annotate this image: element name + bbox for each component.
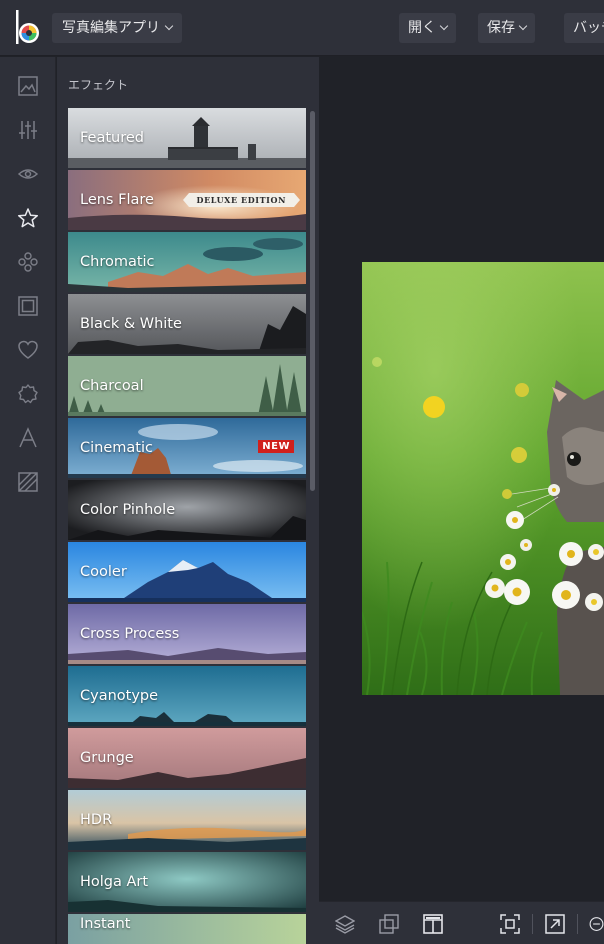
badge-icon[interactable] [16, 382, 40, 406]
effect-featured[interactable]: Featured [68, 108, 306, 168]
compare-icon[interactable] [378, 913, 400, 935]
actual-size-icon[interactable] [544, 913, 566, 935]
effect-color-pinhole[interactable]: Color Pinhole [68, 480, 306, 540]
open-label: 開く [408, 20, 436, 36]
effect-label: Chromatic [80, 254, 155, 270]
fit-screen-icon[interactable] [499, 913, 521, 935]
open-button[interactable]: 開く [399, 13, 456, 43]
circles-icon[interactable] [16, 250, 40, 274]
effect-cyanotype[interactable]: Cyanotype [68, 666, 306, 726]
effect-list: Featured Lens Flare DELUXE EDITION Chrom… [68, 108, 306, 944]
effect-label: Instant [80, 916, 131, 932]
effect-label: Black & White [80, 316, 182, 332]
app-menu-dropdown[interactable]: 写真編集アプリ [52, 13, 182, 43]
effect-black-white[interactable]: Black & White [68, 294, 306, 354]
new-badge: NEW [258, 440, 294, 453]
layers-icon[interactable] [334, 913, 356, 935]
effect-grunge[interactable]: Grunge [68, 728, 306, 788]
effect-hdr[interactable]: HDR [68, 790, 306, 850]
heart-icon[interactable] [16, 338, 40, 362]
effect-label: Holga Art [80, 874, 149, 890]
chevron-down-icon [518, 21, 528, 31]
effect-label: Color Pinhole [80, 502, 176, 518]
effect-label: Grunge [80, 750, 134, 766]
deluxe-edition-badge: DELUXE EDITION [182, 193, 301, 207]
bottom-toolbar [319, 901, 604, 944]
effect-cooler[interactable]: Cooler [68, 542, 306, 602]
star-icon[interactable] [16, 206, 40, 230]
save-button[interactable]: 保存 [478, 13, 535, 43]
batch-button[interactable]: バッチ [564, 13, 604, 43]
photo-canvas [319, 57, 604, 901]
app-menu-label: 写真編集アプリ [62, 20, 160, 36]
effect-lens-flare[interactable]: Lens Flare DELUXE EDITION [68, 170, 306, 230]
effect-instant[interactable]: Instant [68, 914, 306, 944]
effect-label: HDR [80, 812, 113, 828]
effect-cinematic[interactable]: Cinematic NEW [68, 418, 306, 478]
tool-rail [0, 57, 56, 944]
toolbar-divider [577, 914, 578, 934]
zoom-out-icon[interactable] [589, 913, 604, 935]
effect-label: Cyanotype [80, 688, 159, 704]
texture-icon[interactable] [16, 470, 40, 494]
kitten-photo[interactable] [362, 262, 604, 695]
save-label: 保存 [487, 20, 515, 36]
eye-icon[interactable] [16, 162, 40, 186]
app-logo[interactable] [12, 10, 42, 46]
top-bar: 写真編集アプリ 開く 保存 バッチ [0, 0, 604, 56]
panel-scrollbar[interactable] [310, 111, 315, 491]
effect-label: Cooler [80, 564, 127, 580]
effect-label: Cinematic [80, 440, 153, 456]
effect-label: Featured [80, 130, 144, 146]
chevron-down-icon [164, 21, 174, 31]
image-icon[interactable] [16, 74, 40, 98]
batch-label: バッチ [573, 20, 604, 36]
effect-cross-process[interactable]: Cross Process [68, 604, 306, 664]
effect-label: Lens Flare [80, 192, 154, 208]
effects-panel: エフェクト Featured Lens Flare DELUXE EDITION… [57, 57, 319, 944]
effect-chromatic[interactable]: Chromatic [68, 232, 306, 292]
sliders-icon[interactable] [16, 118, 40, 142]
photo-editor-app: 写真編集アプリ 開く 保存 バッチ [0, 0, 604, 944]
chevron-down-icon [439, 21, 449, 31]
panel-title: エフェクト [68, 78, 129, 92]
effect-label: Charcoal [80, 378, 144, 394]
effect-charcoal[interactable]: Charcoal [68, 356, 306, 416]
toolbar-divider [532, 914, 533, 934]
text-icon[interactable] [16, 426, 40, 450]
frame-icon[interactable] [16, 294, 40, 318]
layout-icon[interactable] [422, 913, 444, 935]
effect-holga-art[interactable]: Holga Art [68, 852, 306, 912]
effect-label: Cross Process [80, 626, 180, 642]
